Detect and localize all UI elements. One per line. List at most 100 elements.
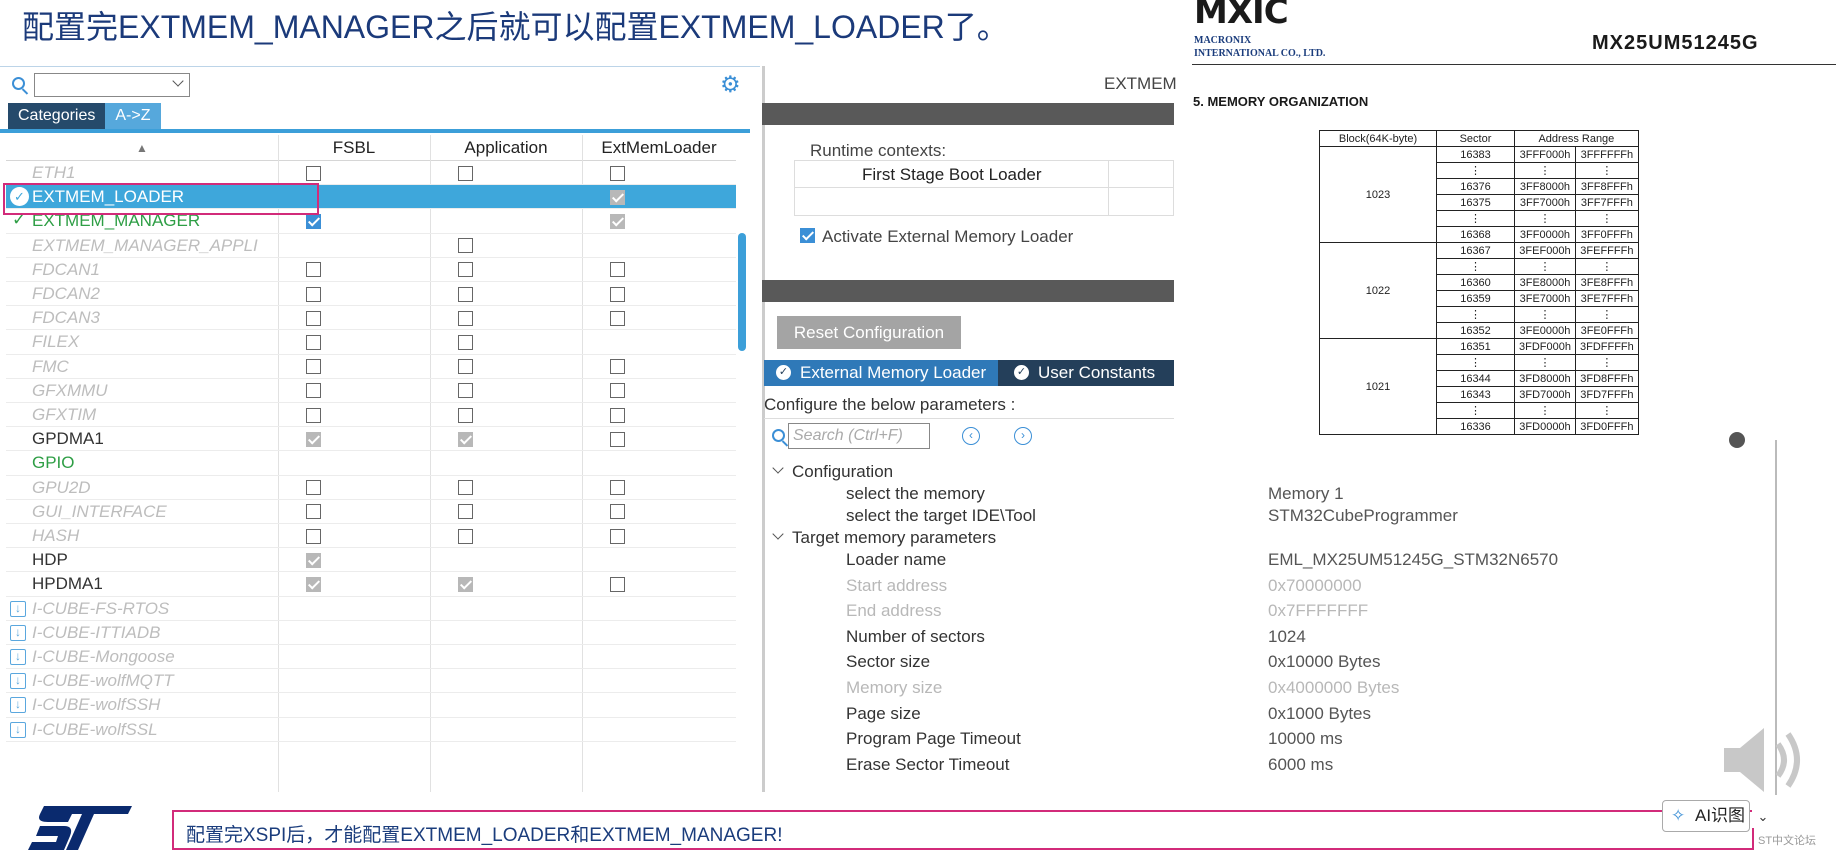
context-checkbox-fsbl[interactable] [306, 528, 321, 544]
context-checkbox-fsbl[interactable] [306, 552, 321, 568]
context-checkbox-fsbl[interactable] [306, 334, 321, 350]
table-row[interactable]: HDP [6, 548, 736, 573]
peripheral-search-combo[interactable] [34, 73, 190, 97]
context-checkbox-app[interactable] [458, 431, 473, 447]
search-next-button[interactable]: › [1014, 427, 1032, 445]
reset-configuration-button[interactable]: Reset Configuration [777, 316, 961, 349]
context-checkbox-eml[interactable] [610, 359, 625, 375]
context-checkbox-eml[interactable] [610, 407, 625, 423]
sort-icon[interactable]: ▲ [6, 135, 278, 161]
tab-user-constants[interactable]: ✓ User Constants [1002, 360, 1170, 386]
context-checkbox-app[interactable] [458, 165, 473, 181]
context-checkbox-fsbl[interactable] [306, 407, 321, 423]
context-checkbox-eml[interactable] [610, 286, 625, 302]
context-checkbox-eml[interactable] [610, 576, 625, 592]
context-checkbox-fsbl[interactable] [306, 359, 321, 375]
context-checkbox-eml[interactable] [610, 165, 625, 181]
activate-eml-checkbox[interactable] [800, 228, 815, 243]
table-row[interactable]: ETH1 [6, 161, 736, 186]
parameter-value[interactable]: STM32CubeProgrammer [1268, 506, 1458, 526]
context-checkbox-app[interactable] [458, 407, 473, 423]
context-checkbox-eml[interactable] [610, 504, 625, 520]
parameter-label: Number of sectors [846, 626, 985, 646]
context-checkbox-fsbl[interactable] [306, 480, 321, 496]
context-checkbox-app[interactable] [458, 480, 473, 496]
table-row[interactable]: FMC [6, 355, 736, 379]
context-checkbox-eml[interactable] [610, 528, 625, 544]
table-row[interactable]: EXTMEM_MANAGER_APPLI [6, 234, 736, 258]
parameter-value[interactable]: 6000 ms [1268, 755, 1333, 775]
context-checkbox-app[interactable] [458, 383, 473, 399]
parameter-group-label[interactable]: Configuration [792, 462, 893, 482]
context-checkbox-app[interactable] [458, 262, 473, 278]
table-row[interactable]: ↓ I-CUBE-wolfMQTT [6, 669, 736, 694]
sector-number: 16344 [1436, 370, 1515, 387]
tab-external-memory-loader[interactable]: ✓ External Memory Loader [764, 360, 998, 386]
context-checkbox-fsbl[interactable] [306, 431, 321, 447]
context-checkbox-fsbl[interactable] [306, 213, 321, 229]
table-row[interactable]: ↓ I-CUBE-wolfSSH [6, 693, 736, 718]
context-checkbox-eml[interactable] [610, 431, 625, 447]
column-header-extmemloader[interactable]: ExtMemLoader [582, 135, 736, 161]
gear-icon[interactable]: ⚙ [720, 72, 741, 96]
table-row[interactable]: ↓ I-CUBE-ITTIADB [6, 621, 736, 645]
context-checkbox-eml[interactable] [610, 383, 625, 399]
context-checkbox-fsbl[interactable] [306, 504, 321, 520]
chevron-down-icon[interactable]: ⌄ [1752, 806, 1774, 828]
parameter-value[interactable]: 0x10000 Bytes [1268, 652, 1380, 672]
context-checkbox-app[interactable] [458, 334, 473, 350]
column-header-application[interactable]: Application [430, 135, 582, 161]
table-row[interactable]: GPIO [6, 451, 736, 476]
context-checkbox-eml[interactable] [610, 189, 625, 205]
parameter-value[interactable]: Memory 1 [1268, 484, 1344, 504]
table-row[interactable]: GFXMMU [6, 379, 736, 403]
table-row[interactable]: GUI_INTERFACE [6, 500, 736, 524]
parameter-search-input[interactable]: Search (Ctrl+F) [788, 423, 930, 449]
table-row[interactable]: FDCAN2 [6, 282, 736, 307]
tab-a-to-z[interactable]: A->Z [105, 103, 161, 129]
context-checkbox-fsbl[interactable] [306, 286, 321, 302]
context-checkbox-fsbl[interactable] [306, 383, 321, 399]
context-checkbox-fsbl[interactable] [306, 165, 321, 181]
context-checkbox-app[interactable] [458, 576, 473, 592]
parameter-value[interactable]: 0x1000 Bytes [1268, 704, 1371, 724]
table-row[interactable]: HASH [6, 524, 736, 549]
table-row[interactable]: FDCAN1 [6, 258, 736, 282]
table-row[interactable]: ↓ I-CUBE-FS-RTOS [6, 597, 736, 621]
context-checkbox-fsbl[interactable] [306, 576, 321, 592]
context-checkbox-eml[interactable] [610, 480, 625, 496]
context-checkbox-eml[interactable] [610, 213, 625, 229]
sector-number: ⋮ [1436, 402, 1515, 419]
chevron-down-icon[interactable] [172, 75, 184, 87]
context-checkbox-app[interactable] [458, 310, 473, 326]
context-checkbox-app[interactable] [458, 238, 473, 254]
context-checkbox-eml[interactable] [610, 310, 625, 326]
context-checkbox-eml[interactable] [610, 262, 625, 278]
speaker-icon[interactable] [1720, 722, 1820, 798]
parameter-group-label[interactable]: Target memory parameters [792, 528, 996, 548]
sector-number: 16336 [1436, 418, 1515, 435]
table-row[interactable]: HPDMA1 [6, 572, 736, 597]
column-header-fsbl[interactable]: FSBL [278, 135, 430, 161]
table-row[interactable]: ↓ I-CUBE-Mongoose [6, 645, 736, 670]
table-row[interactable]: GPDMA1 [6, 427, 736, 452]
activate-eml-label[interactable]: Activate External Memory Loader [822, 227, 1073, 247]
context-checkbox-fsbl[interactable] [306, 262, 321, 278]
table-row[interactable]: GPU2D [6, 476, 736, 500]
table-row[interactable]: GFXTIM [6, 403, 736, 428]
context-checkbox-fsbl[interactable] [306, 310, 321, 326]
parameter-value[interactable]: 1024 [1268, 627, 1306, 647]
tab-categories[interactable]: Categories [8, 103, 106, 129]
context-checkbox-app[interactable] [458, 504, 473, 520]
table-row[interactable]: ↓ I-CUBE-wolfSSL [6, 718, 736, 742]
ai-recognize-button[interactable]: ✧ AI识图 [1662, 800, 1750, 832]
parameter-value[interactable]: EML_MX25UM51245G_STM32N6570 [1268, 550, 1558, 570]
context-checkbox-app[interactable] [458, 359, 473, 375]
parameter-value[interactable]: 10000 ms [1268, 729, 1343, 749]
context-checkbox-app[interactable] [458, 528, 473, 544]
context-checkbox-app[interactable] [458, 286, 473, 302]
table-row[interactable]: FILEX [6, 330, 736, 355]
search-previous-button[interactable]: ‹ [962, 427, 980, 445]
table-row[interactable]: FDCAN3 [6, 306, 736, 331]
list-scrollbar-thumb[interactable] [738, 233, 746, 351]
